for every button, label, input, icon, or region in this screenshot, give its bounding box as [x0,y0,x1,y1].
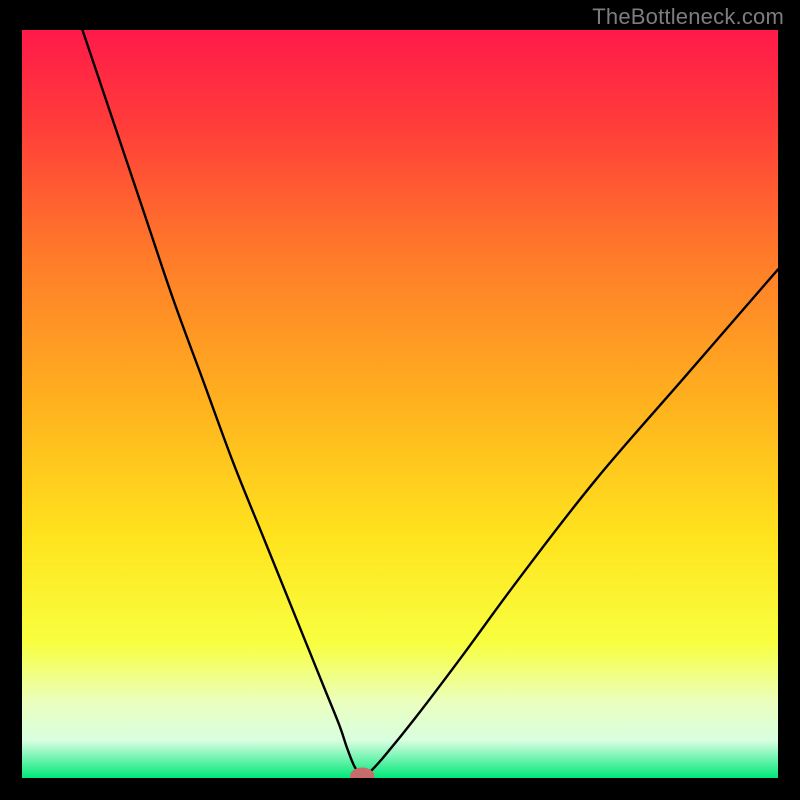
gradient-background [22,30,778,778]
watermark-label: TheBottleneck.com [592,4,784,30]
bottleneck-plot [22,30,778,778]
chart-frame: TheBottleneck.com [0,0,800,800]
chart-svg [22,30,778,778]
